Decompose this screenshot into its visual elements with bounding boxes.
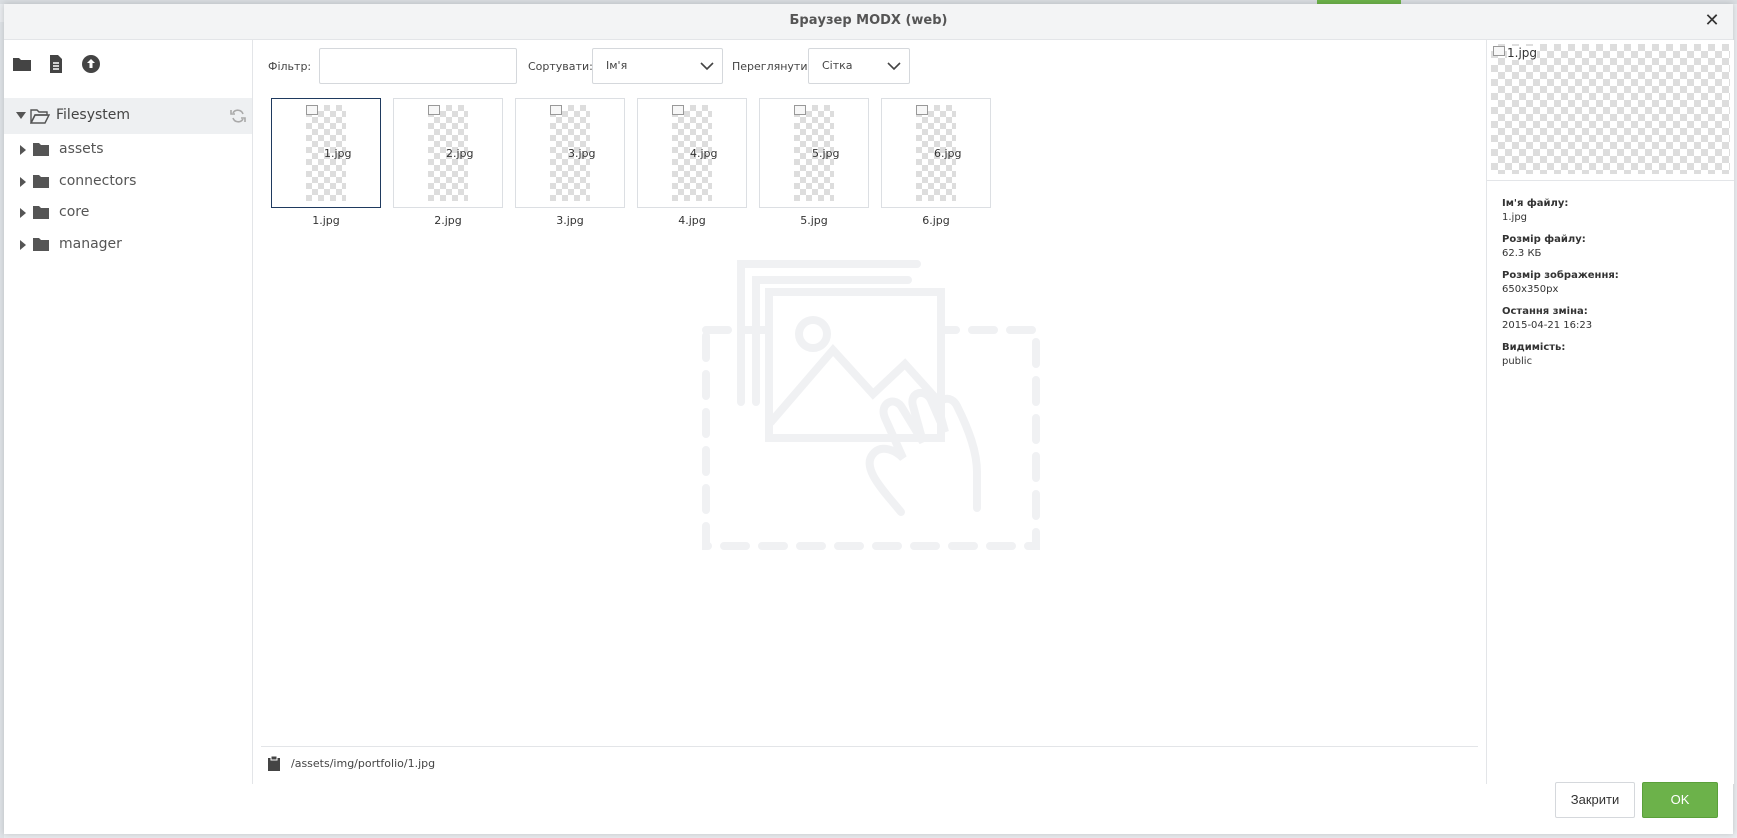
caret-right-icon bbox=[20, 240, 26, 250]
ok-button[interactable]: OK bbox=[1642, 782, 1718, 818]
detail-filesize: Розмір файлу: 62.3 КБ bbox=[1502, 234, 1586, 259]
thumbnail-alt: 2.jpg bbox=[446, 147, 474, 160]
file-name: 4.jpg bbox=[678, 214, 706, 227]
divider bbox=[1487, 180, 1734, 181]
tree-item-connectors[interactable]: connectors bbox=[4, 167, 252, 197]
tree-item-label: assets bbox=[59, 141, 104, 157]
detail-value: 62.3 КБ bbox=[1502, 248, 1542, 259]
filter-input[interactable] bbox=[319, 48, 517, 84]
thumbnail-alt: 4.jpg bbox=[690, 147, 718, 160]
preview-alt: 1.jpg bbox=[1507, 46, 1538, 60]
drag-drop-watermark-icon bbox=[702, 260, 1040, 550]
dialog-titlebar: Браузер MODX (web) ✕ bbox=[4, 4, 1733, 40]
folder-icon bbox=[33, 143, 49, 156]
file-thumbnail[interactable]: 6.jpg bbox=[881, 98, 991, 208]
file-name: 2.jpg bbox=[434, 214, 462, 227]
close-button[interactable]: Закрити bbox=[1555, 782, 1635, 818]
detail-label: Видимість: bbox=[1502, 342, 1566, 353]
caret-right-icon bbox=[20, 208, 26, 218]
view-select[interactable]: Сітка bbox=[808, 48, 910, 84]
detail-modified: Остання зміна: 2015-04-21 16:23 bbox=[1502, 306, 1592, 331]
file-browser-main: Фільтр: Сортувати: Ім'я Переглянути: Сіт… bbox=[253, 40, 1486, 784]
thumbnail-alt: 5.jpg bbox=[812, 147, 840, 160]
new-file-icon[interactable] bbox=[46, 54, 68, 76]
new-folder-icon[interactable] bbox=[12, 54, 34, 76]
detail-value: 650x350px bbox=[1502, 284, 1559, 295]
broken-image-icon bbox=[550, 105, 562, 115]
tree-item-manager[interactable]: manager bbox=[4, 230, 252, 260]
sort-select-value: Ім'я bbox=[606, 59, 628, 72]
path-bar: /assets/img/portfolio/1.jpg bbox=[261, 746, 1478, 783]
file-path: /assets/img/portfolio/1.jpg bbox=[291, 757, 436, 770]
tree-panel: Filesystem assets connectors core manage… bbox=[4, 40, 253, 784]
thumbnail-alt: 6.jpg bbox=[934, 147, 962, 160]
broken-image-icon bbox=[672, 105, 684, 115]
tree-root-filesystem[interactable]: Filesystem bbox=[4, 98, 252, 134]
tree-item-label: connectors bbox=[59, 173, 137, 189]
file-thumbnail[interactable]: 1.jpg bbox=[271, 98, 381, 208]
file-thumbnail[interactable]: 3.jpg bbox=[515, 98, 625, 208]
detail-value: 1.jpg bbox=[1502, 212, 1528, 223]
file-name: 3.jpg bbox=[556, 214, 584, 227]
detail-label: Ім'я файлу: bbox=[1502, 198, 1569, 209]
broken-image-icon bbox=[1493, 46, 1505, 56]
dialog-title: Браузер MODX (web) bbox=[789, 13, 948, 28]
file-thumbnail[interactable]: 5.jpg bbox=[759, 98, 869, 208]
broken-image-icon bbox=[916, 105, 928, 115]
caret-down-icon bbox=[16, 112, 26, 119]
upload-icon[interactable] bbox=[81, 54, 103, 76]
broken-image-icon bbox=[794, 105, 806, 115]
tree-root-label: Filesystem bbox=[56, 107, 131, 123]
file-name: 5.jpg bbox=[800, 214, 828, 227]
detail-label: Розмір файлу: bbox=[1502, 234, 1586, 245]
file-thumbnail[interactable]: 4.jpg bbox=[637, 98, 747, 208]
refresh-icon[interactable] bbox=[230, 108, 246, 124]
browser-dialog: Браузер MODX (web) ✕ Filesystem assets c… bbox=[4, 4, 1734, 834]
file-name: 1.jpg bbox=[312, 214, 340, 227]
filter-label: Фільтр: bbox=[268, 60, 312, 73]
close-icon[interactable]: ✕ bbox=[1703, 12, 1721, 30]
caret-right-icon bbox=[20, 177, 26, 187]
view-select-value: Сітка bbox=[822, 59, 853, 72]
sort-label: Сортувати: bbox=[528, 60, 593, 73]
detail-imagesize: Розмір зображення: 650x350px bbox=[1502, 270, 1619, 295]
thumbnail-alt: 1.jpg bbox=[324, 147, 352, 160]
caret-right-icon bbox=[20, 145, 26, 155]
broken-image-icon bbox=[428, 105, 440, 115]
file-name: 6.jpg bbox=[922, 214, 950, 227]
detail-filename: Ім'я файлу: 1.jpg bbox=[1502, 198, 1568, 223]
clipboard-icon[interactable] bbox=[267, 755, 281, 771]
detail-visibility: Видимість: public bbox=[1502, 342, 1565, 367]
sort-select[interactable]: Ім'я bbox=[592, 48, 723, 84]
folder-icon bbox=[33, 175, 49, 188]
thumbnail-alt: 3.jpg bbox=[568, 147, 596, 160]
view-label: Переглянути: bbox=[732, 60, 812, 73]
chevron-down-icon bbox=[887, 62, 901, 71]
broken-image-icon bbox=[306, 105, 318, 115]
details-panel: 1.jpg Ім'я файлу: 1.jpg Розмір файлу: 62… bbox=[1486, 40, 1734, 784]
tree-item-assets[interactable]: assets bbox=[4, 135, 252, 165]
tree-item-core[interactable]: core bbox=[4, 198, 252, 228]
detail-label: Остання зміна: bbox=[1502, 306, 1588, 317]
tree-item-label: core bbox=[59, 204, 90, 220]
folder-icon bbox=[33, 206, 49, 219]
tree-item-label: manager bbox=[59, 236, 122, 252]
chevron-down-icon bbox=[700, 62, 714, 71]
detail-value: 2015-04-21 16:23 bbox=[1502, 320, 1593, 331]
folder-open-icon bbox=[30, 109, 50, 124]
file-thumbnail[interactable]: 2.jpg bbox=[393, 98, 503, 208]
folder-icon bbox=[33, 238, 49, 251]
detail-label: Розмір зображення: bbox=[1502, 270, 1619, 281]
image-preview: 1.jpg bbox=[1491, 44, 1730, 174]
detail-value: public bbox=[1502, 356, 1533, 367]
